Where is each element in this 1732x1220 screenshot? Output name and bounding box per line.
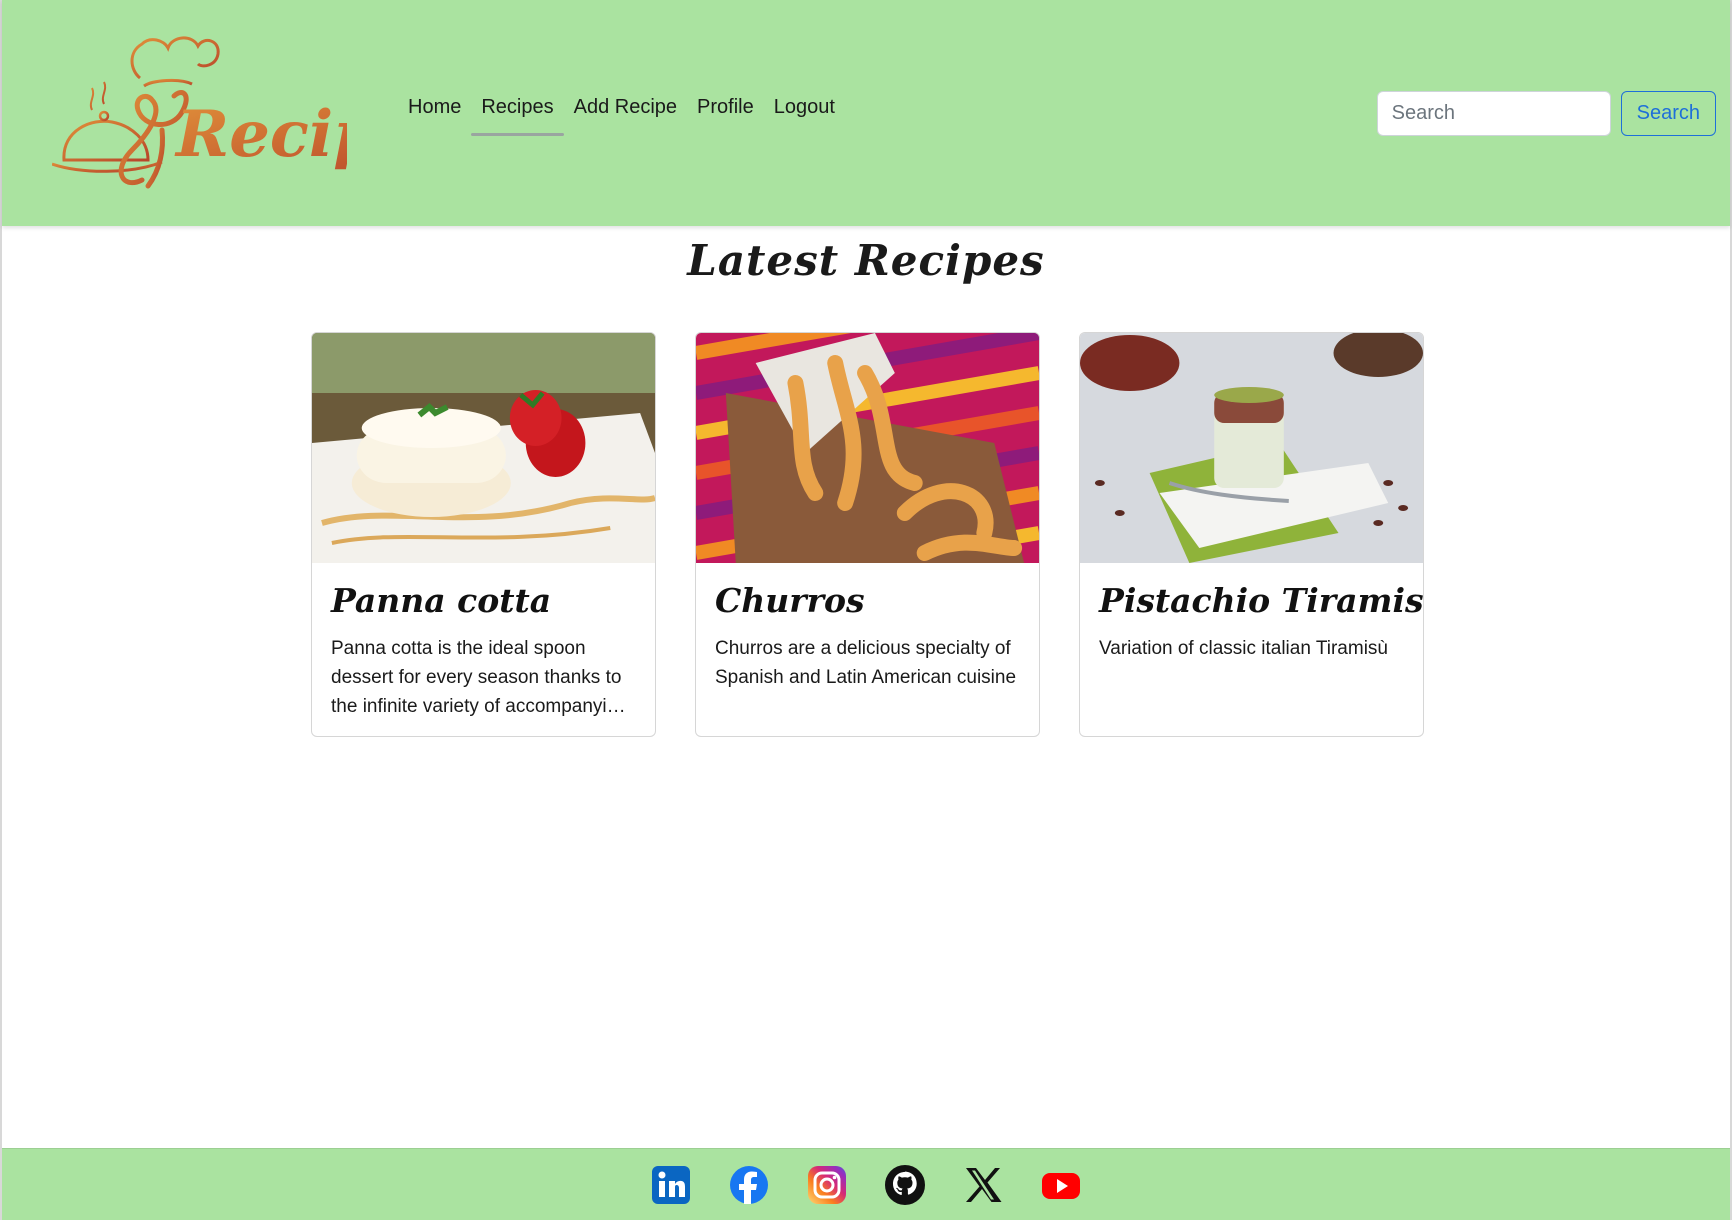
pistachio-tiramisu-image — [1080, 333, 1423, 563]
youtube-icon[interactable] — [1041, 1165, 1081, 1205]
search-form: Search — [1376, 91, 1716, 136]
instagram-icon[interactable] — [807, 1165, 847, 1205]
card-description: Churros are a delicious specialty of Spa… — [715, 638, 1017, 688]
recipe-cards: Panna cotta Panna cotta is the ideal spo… — [311, 332, 1424, 737]
search-button[interactable]: Search — [1620, 91, 1716, 136]
card-title: Churros — [715, 581, 865, 620]
nav-home[interactable]: Home — [398, 92, 471, 134]
recipes-logo[interactable]: Recipes — [52, 30, 347, 200]
card-description: Panna cotta is the ideal spoon dessert f… — [331, 638, 628, 717]
card-title: Panna cotta — [331, 581, 552, 620]
footer — [2, 1148, 1730, 1220]
card-body: Churros Churros are a delicious specialt… — [696, 563, 1039, 710]
nav-logout[interactable]: Logout — [764, 92, 845, 134]
navbar: Recipes Home Recipes Add Recipe Profile … — [2, 0, 1730, 226]
nav-profile[interactable]: Profile — [687, 92, 764, 134]
card-body: Panna cotta Panna cotta is the ideal spo… — [312, 563, 655, 736]
recipe-card-panna-cotta[interactable]: Panna cotta Panna cotta is the ideal spo… — [311, 332, 656, 737]
main-nav: Home Recipes Add Recipe Profile Logout — [398, 92, 845, 136]
logo-text: Recipes — [174, 97, 347, 172]
x-icon[interactable] — [963, 1165, 1003, 1205]
churros-image — [696, 333, 1039, 563]
panna-cotta-image — [312, 333, 655, 563]
page: Recipes Home Recipes Add Recipe Profile … — [0, 0, 1732, 1220]
github-icon[interactable] — [885, 1164, 925, 1205]
facebook-icon[interactable] — [729, 1165, 769, 1205]
card-title: Pistachio Tiramisù — [1099, 581, 1424, 620]
linkedin-icon[interactable] — [651, 1165, 691, 1205]
card-description: Variation of classic italian Tiramisù — [1099, 638, 1388, 659]
page-title: Latest Recipes — [687, 236, 1045, 285]
recipe-card-pistachio-tiramisu[interactable]: Pistachio Tiramisù Variation of classic … — [1079, 332, 1424, 737]
nav-recipes[interactable]: Recipes — [471, 92, 564, 136]
card-body: Pistachio Tiramisù Variation of classic … — [1080, 563, 1423, 681]
nav-add-recipe[interactable]: Add Recipe — [564, 92, 687, 134]
search-input[interactable] — [1376, 91, 1611, 136]
recipe-card-churros[interactable]: Churros Churros are a delicious specialt… — [695, 332, 1040, 737]
